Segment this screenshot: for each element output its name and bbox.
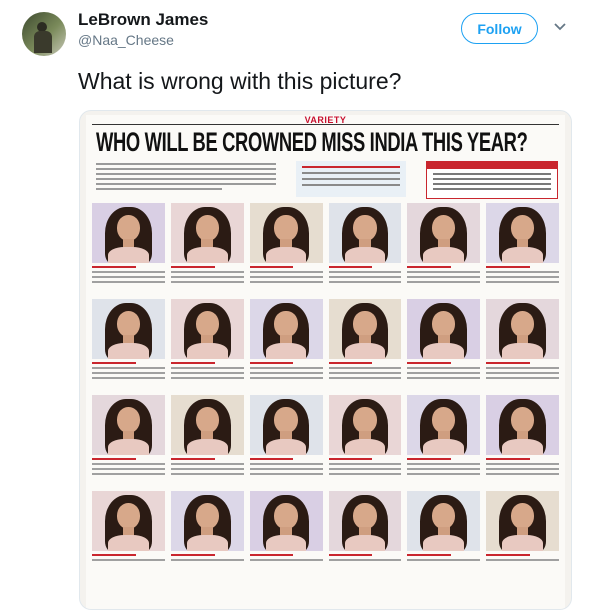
chevron-down-icon[interactable] bbox=[551, 18, 569, 36]
contestant-card bbox=[249, 203, 323, 295]
contestant-card bbox=[486, 491, 559, 583]
newspaper-page: VARIETY WHO WILL BE CROWNED MISS INDIA T… bbox=[86, 115, 565, 609]
attached-photo[interactable]: VARIETY WHO WILL BE CROWNED MISS INDIA T… bbox=[79, 110, 572, 610]
author-name[interactable]: LeBrown James bbox=[78, 10, 208, 30]
contestant-card bbox=[328, 491, 402, 583]
contestant-card bbox=[328, 395, 402, 487]
contestant-card bbox=[92, 299, 165, 391]
contestant-card bbox=[407, 395, 481, 487]
article-blurb bbox=[96, 163, 276, 193]
masthead-rule bbox=[92, 124, 559, 125]
contestant-card bbox=[170, 395, 244, 487]
contestant-card bbox=[407, 299, 481, 391]
contestant-card bbox=[249, 491, 323, 583]
contestant-card bbox=[486, 203, 559, 295]
contestant-card bbox=[328, 203, 402, 295]
contestant-card bbox=[407, 491, 481, 583]
tweet-text: What is wrong with this picture? bbox=[78, 68, 402, 94]
contestant-card bbox=[170, 299, 244, 391]
avatar-figure-body bbox=[34, 31, 52, 53]
newspaper-headline: WHO WILL BE CROWNED MISS INDIA THIS YEAR… bbox=[96, 127, 528, 157]
contestant-grid bbox=[92, 203, 559, 583]
contestant-card bbox=[92, 203, 165, 295]
follow-button[interactable]: Follow bbox=[461, 13, 538, 44]
promo-box bbox=[296, 161, 406, 197]
contestant-card bbox=[170, 491, 244, 583]
contestant-card bbox=[486, 299, 559, 391]
contestant-card bbox=[92, 491, 165, 583]
contestant-card bbox=[249, 299, 323, 391]
contestant-card bbox=[92, 395, 165, 487]
contestant-card bbox=[249, 395, 323, 487]
contestant-card bbox=[486, 395, 559, 487]
avatar[interactable] bbox=[22, 12, 66, 56]
author-handle[interactable]: @Naa_Cheese bbox=[78, 32, 174, 48]
contestant-card bbox=[170, 203, 244, 295]
contestant-card bbox=[328, 299, 402, 391]
contestant-card bbox=[407, 203, 481, 295]
vote-box bbox=[426, 161, 558, 199]
